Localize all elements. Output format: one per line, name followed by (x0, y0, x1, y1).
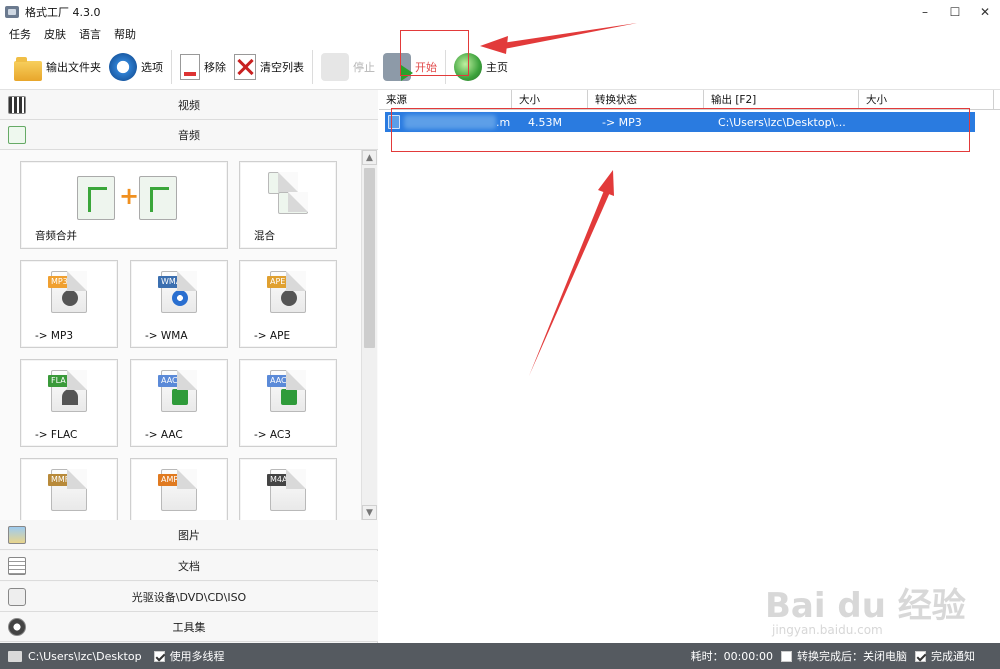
multithread-label: 使用多线程 (169, 650, 225, 663)
after-convert-checkbox[interactable] (781, 650, 792, 662)
notify-checkbox[interactable] (915, 650, 926, 662)
status-bar: C:\Users\lzc\Desktop 使用多线程 耗时：00:00:00 转… (0, 643, 1000, 669)
annotation-arrows (480, 23, 637, 376)
baidu-watermark-url: jingyan.baidu.com (772, 623, 883, 637)
folder-icon (8, 650, 22, 662)
multithread-checkbox[interactable] (153, 650, 165, 662)
output-folder-path: C:\Users\lzc\Desktop (28, 649, 142, 663)
arrow-to-start (480, 23, 637, 54)
elapsed-time: 耗时：00:00:00 (690, 650, 773, 663)
baidu-watermark: Bai du 经验 (765, 586, 966, 626)
after-convert-label: 转换完成后：关闭电脑 (797, 650, 907, 663)
notify-label: 完成通知 (931, 650, 975, 663)
status-right: 耗时：00:00:00 转换完成后：关闭电脑 完成通知 (691, 648, 975, 664)
arrow-to-row (529, 170, 614, 376)
